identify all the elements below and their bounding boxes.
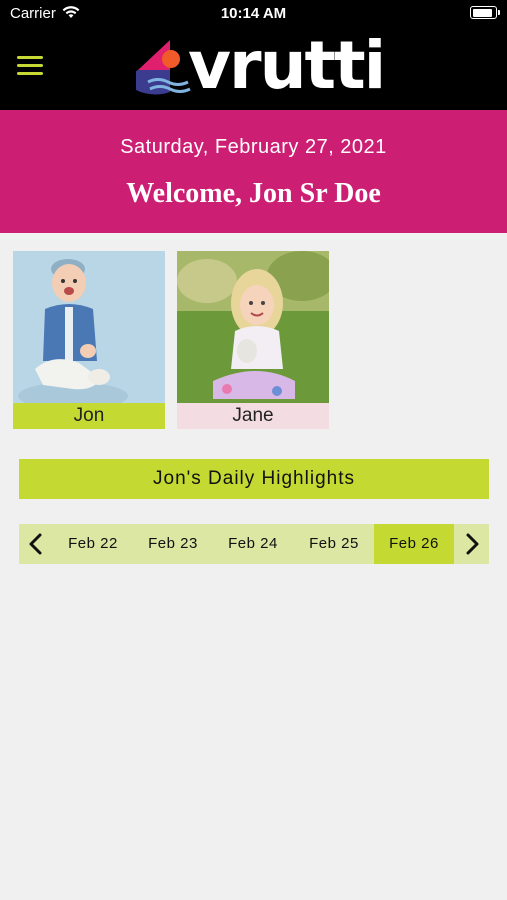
battery-level — [472, 8, 492, 17]
chevron-left-icon[interactable] — [19, 524, 53, 564]
toddler-photo — [177, 251, 329, 403]
welcome-message: Welcome, Jon Sr Doe — [126, 178, 381, 209]
child-card-jane[interactable]: Jane — [177, 251, 329, 429]
hamburger-menu-icon[interactable] — [17, 56, 45, 78]
date-tab[interactable]: Feb 24 — [213, 524, 293, 564]
date-selector: Feb 22 Feb 23 Feb 24 Feb 25 Feb 26 — [19, 524, 489, 564]
date-tab[interactable]: Feb 22 — [53, 524, 133, 564]
status-bar: Carrier 10:14 AM — [0, 0, 507, 28]
daily-highlights-title: Jon's Daily Highlights — [19, 459, 489, 499]
child-name-jon: Jon — [13, 403, 165, 429]
date-tab[interactable]: Feb 25 — [294, 524, 374, 564]
child-name-jane: Jane — [177, 403, 329, 429]
baby-photo — [13, 251, 165, 403]
current-date: Saturday, February 27, 2021 — [120, 136, 387, 158]
welcome-banner: Saturday, February 27, 2021 Welcome, Jon… — [0, 110, 507, 233]
date-tab[interactable]: Feb 23 — [133, 524, 213, 564]
chevron-right-icon[interactable] — [455, 524, 489, 564]
app-header: vrutti — [0, 28, 507, 110]
status-time: 10:14 AM — [220, 5, 287, 22]
battery-icon — [470, 6, 500, 19]
vrutti-logo-icon — [136, 40, 191, 95]
date-tab[interactable]: Feb 26 — [374, 524, 454, 564]
logo-text: vrutti — [188, 27, 386, 104]
child-card-jon[interactable]: Jon — [13, 251, 165, 429]
